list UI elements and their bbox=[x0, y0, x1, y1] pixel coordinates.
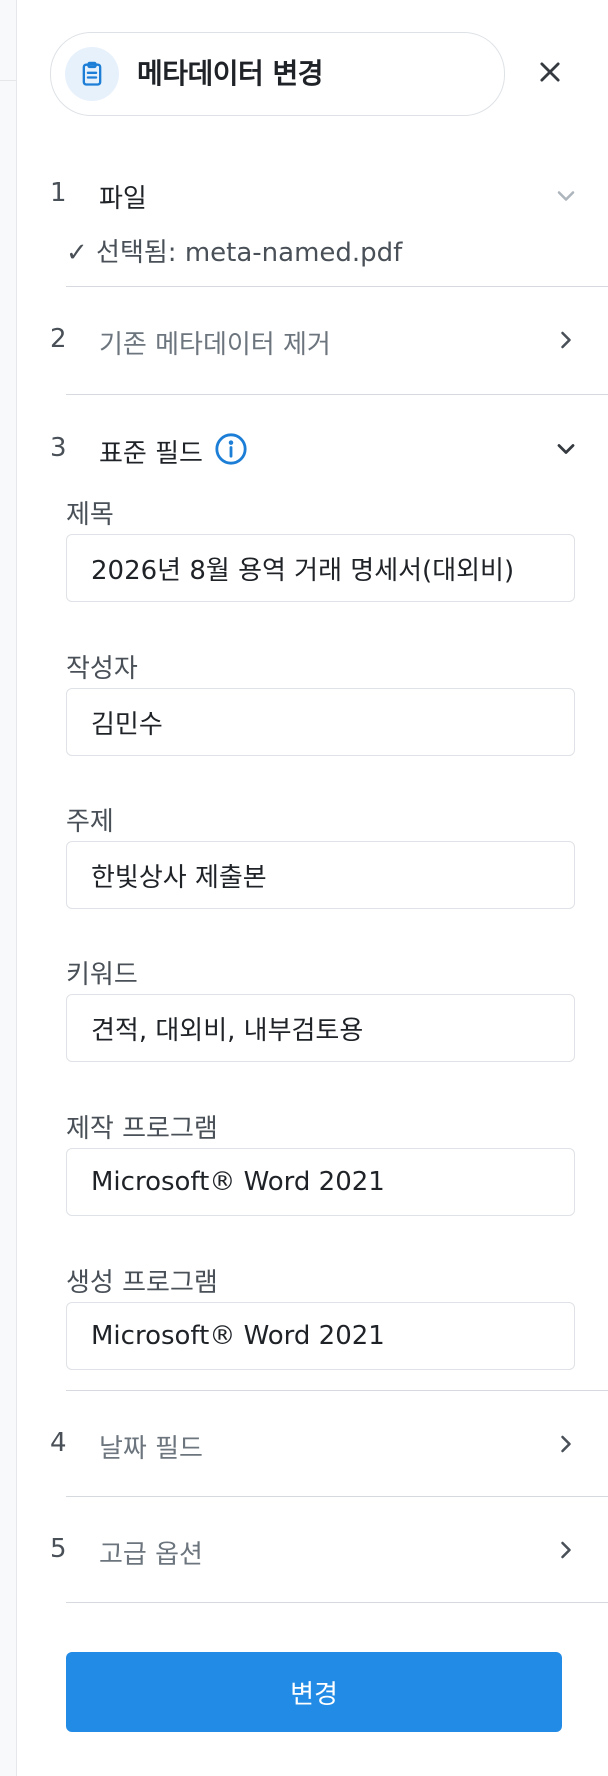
step-title: 표준 필드 bbox=[99, 439, 203, 469]
field-label-subject: 주제 bbox=[66, 807, 114, 837]
close-button[interactable] bbox=[528, 50, 572, 94]
step-number: 1 bbox=[50, 178, 67, 208]
step-divider bbox=[66, 394, 608, 395]
step-divider bbox=[66, 1602, 608, 1603]
step-title: 기존 메타데이터 제거 bbox=[99, 330, 331, 360]
step-divider bbox=[66, 1496, 608, 1497]
author-field[interactable] bbox=[66, 688, 575, 756]
tool-title-pill[interactable]: 메타데이터 변경 bbox=[50, 32, 505, 116]
submit-button[interactable]: 변경 bbox=[66, 1652, 562, 1732]
step-file[interactable]: 1 파일 bbox=[50, 176, 580, 214]
step-number: 2 bbox=[50, 324, 67, 354]
step-number: 5 bbox=[50, 1534, 67, 1564]
background-panel-edge bbox=[0, 0, 17, 1776]
chevron-right-icon[interactable] bbox=[552, 1430, 580, 1458]
field-label-title: 제목 bbox=[66, 500, 114, 530]
field-label-author: 작성자 bbox=[66, 654, 138, 684]
producer-field[interactable] bbox=[66, 1302, 575, 1370]
title-field[interactable] bbox=[66, 534, 575, 602]
step-remove-existing[interactable]: 2 기존 메타데이터 제거 bbox=[50, 322, 580, 360]
chevron-down-icon[interactable] bbox=[552, 435, 580, 463]
step-advanced-options[interactable]: 5 고급 옵션 bbox=[50, 1532, 580, 1570]
step-title: 파일 bbox=[99, 184, 147, 214]
step-divider bbox=[66, 1390, 608, 1391]
panel-edge-line bbox=[0, 80, 16, 81]
file-selected-status: ✓ 선택됨: meta-named.pdf bbox=[66, 238, 403, 268]
info-icon[interactable] bbox=[214, 432, 248, 466]
chevron-down-icon[interactable] bbox=[552, 182, 580, 210]
clipboard-icon bbox=[65, 47, 119, 101]
field-label-keywords: 키워드 bbox=[66, 960, 138, 990]
field-label-producer: 생성 프로그램 bbox=[66, 1268, 218, 1298]
step-title: 날짜 필드 bbox=[99, 1434, 203, 1464]
creator-field[interactable] bbox=[66, 1148, 575, 1216]
keywords-field[interactable] bbox=[66, 994, 575, 1062]
step-divider bbox=[66, 286, 608, 287]
step-number: 4 bbox=[50, 1428, 67, 1458]
chevron-right-icon[interactable] bbox=[552, 326, 580, 354]
page-title: 메타데이터 변경 bbox=[137, 57, 324, 90]
step-date-fields[interactable]: 4 날짜 필드 bbox=[50, 1426, 580, 1464]
step-number: 3 bbox=[50, 433, 67, 463]
field-label-creator: 제작 프로그램 bbox=[66, 1114, 218, 1144]
chevron-right-icon[interactable] bbox=[552, 1536, 580, 1564]
close-icon bbox=[540, 62, 560, 82]
step-standard-fields[interactable]: 3 표준 필드 bbox=[50, 430, 580, 469]
step-title: 고급 옵션 bbox=[99, 1540, 203, 1570]
tool-header: 메타데이터 변경 bbox=[50, 32, 505, 116]
subject-field[interactable] bbox=[66, 841, 575, 909]
